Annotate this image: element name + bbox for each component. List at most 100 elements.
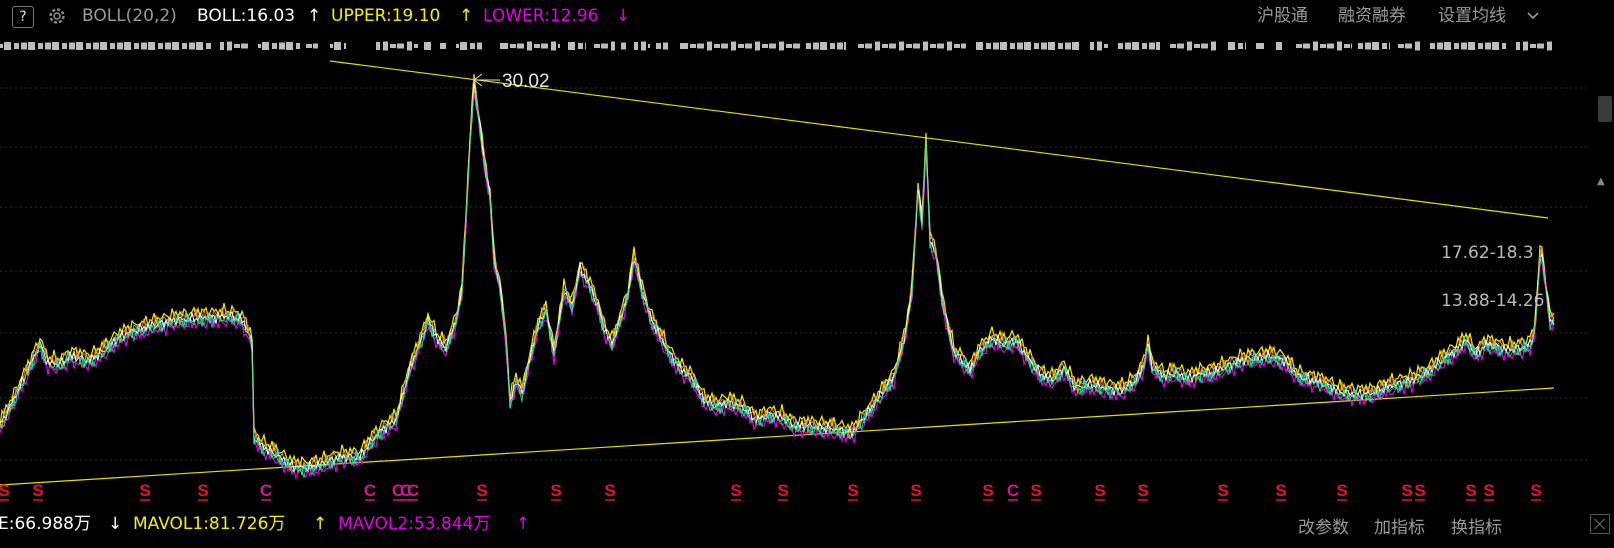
signal-mark: S <box>197 481 208 500</box>
stripe-block <box>52 42 59 50</box>
stripe-block <box>0 44 3 48</box>
stripe-block <box>1454 43 1459 49</box>
menu-hugutong[interactable]: 沪股通 <box>1257 4 1308 28</box>
stripe-block <box>889 43 896 49</box>
stripe-block <box>976 42 983 50</box>
stripe-block <box>875 41 880 51</box>
stripe-block <box>1187 41 1192 51</box>
stripe-block <box>779 41 784 51</box>
stripe-block <box>1276 42 1282 50</box>
stripe-block <box>390 44 396 48</box>
price-series <box>0 74 1555 480</box>
stripe-block <box>813 42 819 50</box>
stripe-block <box>558 44 560 48</box>
stripe-block <box>762 44 768 48</box>
stripe-block <box>1523 41 1528 51</box>
stripe-block <box>731 41 736 51</box>
signal-mark: S <box>32 481 43 500</box>
chart-labels: 30.02 17.62-18.3 13.88-14.26 <box>473 71 1544 311</box>
chart-scrollbar[interactable] <box>1598 96 1612 122</box>
stripe-block <box>165 42 171 50</box>
stripe-block <box>1170 44 1176 48</box>
stripe-block <box>306 44 312 48</box>
mavol2-value: MAVOL2:53.844万 <box>338 514 491 534</box>
stripe-block <box>1177 43 1184 49</box>
boll-value: BOLL:16.03 <box>197 6 296 26</box>
stripe-block <box>806 43 811 49</box>
stripe-block <box>1194 44 1200 48</box>
stripe-block <box>1090 42 1094 50</box>
indicator-name[interactable]: BOLL(20,2) <box>82 4 177 28</box>
signal-mark: S <box>1465 481 1476 500</box>
stripe-block <box>551 41 556 51</box>
stripe-block <box>1530 44 1536 48</box>
signal-mark: S <box>476 481 487 500</box>
close-icon[interactable] <box>1590 514 1610 534</box>
stripe-block <box>1034 43 1039 49</box>
stripe-block <box>1337 41 1342 51</box>
switch-indicator-button[interactable]: 换指标 <box>1451 513 1502 538</box>
stripe-block <box>1058 43 1063 49</box>
add-indicator-button[interactable]: 加指标 <box>1374 513 1425 538</box>
stripe-block <box>1537 43 1544 49</box>
stripe-block <box>86 43 91 49</box>
stripe-block <box>837 42 843 50</box>
menu-ma-settings[interactable]: 设置均线 <box>1438 4 1506 28</box>
signal-mark: S <box>1401 481 1412 500</box>
stripe-block <box>1485 42 1491 50</box>
stripe-block <box>1149 42 1155 50</box>
help-icon[interactable]: ? <box>12 6 34 28</box>
stripe-block <box>1024 42 1031 50</box>
stripe-block <box>1547 41 1552 51</box>
scroll-arrow-icon[interactable]: ▲ <box>1597 176 1605 187</box>
signal-mark: S <box>910 481 921 500</box>
stripe-block <box>1398 44 1404 48</box>
stripe-block <box>1468 42 1475 50</box>
stripe-block <box>241 43 248 49</box>
stripe-block <box>697 43 704 49</box>
menu-margin-trading[interactable]: 融资融券 <box>1338 4 1406 28</box>
stripe-block <box>1478 43 1483 49</box>
stripe-block <box>330 44 333 48</box>
stripe-block <box>477 42 482 50</box>
stripe-block <box>45 42 51 50</box>
signal-mark: S <box>604 481 615 500</box>
price-chart[interactable]: S S S S C C CCC S S S S S S S S C S S S S S S S S S S S 30.02 17.6… <box>0 58 1590 503</box>
stripe-block <box>1211 41 1216 51</box>
stripe-block <box>460 42 467 50</box>
stripe-block <box>1228 42 1235 50</box>
stripe-block <box>585 42 586 50</box>
stripe-block <box>738 44 744 48</box>
stripe-block <box>1156 42 1160 50</box>
volume-bar: E:66.988万 ↓ MAVOL1:81.726万 ↑ MAVOL2:53.8… <box>0 508 1614 548</box>
signal-mark: S <box>1030 481 1041 500</box>
stripe-block <box>1256 43 1264 49</box>
stripe-block <box>1048 42 1055 50</box>
signal-marks: S S S S C C CCC S S S S S S S S C S S S S S S S S S S S <box>0 481 1542 501</box>
stripe-block <box>993 42 999 50</box>
edit-params-button[interactable]: 改参数 <box>1298 513 1349 538</box>
stripe-block <box>344 43 346 49</box>
stripe-block <box>1313 41 1318 51</box>
price-line <box>0 82 1555 473</box>
stripe-block <box>1017 42 1023 50</box>
gear-icon[interactable] <box>46 5 68 27</box>
stripe-block <box>906 44 912 48</box>
signal-mark: C <box>260 481 272 500</box>
close-paren-fragment: ) <box>0 4 1 28</box>
stripe-block <box>1000 42 1007 50</box>
peak-label: 30.02 <box>502 71 550 92</box>
stripe-block <box>141 42 147 50</box>
stripe-block <box>510 44 516 48</box>
stripe-block <box>568 42 575 50</box>
stripe-block <box>1320 44 1326 48</box>
stripe-block <box>1437 42 1443 50</box>
stripe-block <box>611 41 615 51</box>
signal-mark: S <box>1336 481 1347 500</box>
stripe-block <box>1358 43 1363 49</box>
stripe-block <box>189 42 195 50</box>
stripe-block <box>28 42 35 50</box>
stripe-block <box>858 44 864 48</box>
chevron-down-icon[interactable] <box>1527 12 1539 20</box>
stripe-block <box>937 43 944 49</box>
